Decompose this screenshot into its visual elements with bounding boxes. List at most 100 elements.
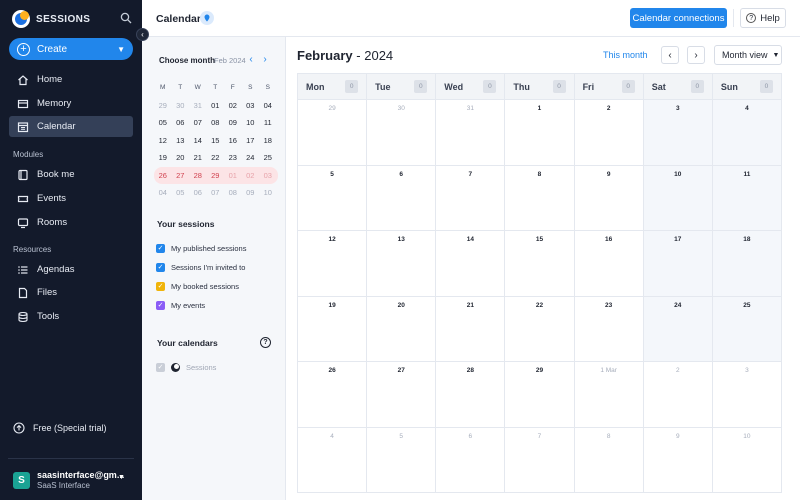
search-icon[interactable] [120,12,132,24]
calendar-day[interactable]: 16 [575,231,644,296]
calendar-day[interactable]: 7 [505,427,575,493]
calendar-day[interactable]: 1 [505,100,575,165]
mini-day[interactable]: 01 [207,101,225,110]
mini-day[interactable]: 04 [154,188,172,197]
calendar-day[interactable]: 14 [436,231,506,296]
checkbox-checked-icon[interactable]: ✓ [156,301,165,310]
calendar-day[interactable]: 9 [575,165,644,230]
mini-day[interactable]: 11 [259,118,277,127]
mini-day[interactable]: 06 [189,188,207,197]
nav-item-home[interactable]: Home [9,69,133,90]
calendar-day[interactable]: 1 Mar [575,362,644,427]
mini-day[interactable]: 19 [154,153,172,162]
account-caret-icon[interactable]: ▼ [118,474,125,481]
calendar-day[interactable]: 8 [505,165,575,230]
nav-item-memory[interactable]: Memory [9,93,133,114]
calendar-day[interactable]: 4 [712,100,781,165]
mini-day[interactable]: 16 [224,136,242,145]
mini-day[interactable]: 02 [224,101,242,110]
calendar-day[interactable]: 6 [367,165,437,230]
mini-day[interactable]: 31 [189,101,207,110]
calendar-day[interactable]: 8 [575,427,644,493]
calendar-day[interactable]: 19 [298,296,368,361]
mini-day[interactable]: 12 [154,136,172,145]
checkbox-checked-icon[interactable]: ✓ [156,282,165,291]
mini-day[interactable]: 26 [154,171,172,180]
this-month-link[interactable]: This month [603,50,648,60]
mini-day[interactable]: 15 [207,136,225,145]
help-icon[interactable]: ? [260,337,271,348]
account-switcher[interactable]: S saasinterface@gm... SaaS Interface [13,470,124,490]
mini-day[interactable]: 17 [242,136,260,145]
help-button[interactable]: ? Help [740,8,786,28]
nav-item-calendar[interactable]: Calendar [9,116,133,137]
calendar-day[interactable]: 24 [643,296,713,361]
calendar-day[interactable]: 28 [436,362,506,427]
calendar-entry-sessions[interactable]: ✓ Sessions [156,363,216,372]
mini-day[interactable]: 09 [242,188,260,197]
calendar-day[interactable]: 3 [643,100,713,165]
mini-day[interactable]: 22 [207,153,225,162]
mini-day[interactable]: 05 [154,118,172,127]
brand[interactable]: SESSIONS [12,10,90,28]
filter-invited-sessions[interactable]: ✓ Sessions I'm invited to [156,263,245,272]
filter-booked-sessions[interactable]: ✓ My booked sessions [156,282,239,291]
mini-day[interactable]: 14 [189,136,207,145]
calendar-day[interactable]: 17 [643,231,713,296]
nav-item-events[interactable]: Events [9,188,133,209]
mini-day[interactable]: 28 [189,171,207,180]
mini-day[interactable]: 23 [224,153,242,162]
calendar-day[interactable]: 2 [575,100,644,165]
mini-next-month-icon[interactable]: › [261,54,269,65]
calendar-day[interactable]: 31 [436,100,506,165]
calendar-day[interactable]: 5 [298,165,368,230]
collapse-sidebar-button[interactable]: ‹ [136,28,149,41]
mini-day[interactable]: 27 [172,171,190,180]
mini-day[interactable]: 06 [172,118,190,127]
calendar-day[interactable]: 18 [712,231,781,296]
calendar-day[interactable]: 10 [643,165,713,230]
nav-item-agendas[interactable]: Agendas [9,259,133,280]
mini-day[interactable]: 10 [242,118,260,127]
trial-plan[interactable]: Free (Special trial) [13,422,107,434]
filter-published-sessions[interactable]: ✓ My published sessions [156,244,246,253]
calendar-day[interactable]: 25 [712,296,781,361]
checkbox-checked-icon[interactable]: ✓ [156,244,165,253]
nav-item-rooms[interactable]: Rooms [9,212,133,233]
mini-day[interactable]: 09 [224,118,242,127]
calendar-day[interactable]: 7 [436,165,506,230]
calendar-day[interactable]: 26 [298,362,368,427]
mini-prev-month-icon[interactable]: ‹ [247,54,255,65]
calendar-day[interactable]: 6 [436,427,506,493]
mini-day[interactable]: 30 [172,101,190,110]
mini-day[interactable]: 13 [172,136,190,145]
mini-day[interactable]: 20 [172,153,190,162]
next-month-button[interactable]: › [687,46,705,64]
nav-item-tools[interactable]: Tools [9,306,133,327]
mini-day[interactable]: 10 [259,188,277,197]
calendar-day[interactable]: 4 [298,427,368,493]
mini-day[interactable]: 03 [259,171,277,180]
calendar-day[interactable]: 30 [367,100,437,165]
location-pin-icon[interactable] [200,11,214,25]
calendar-day[interactable]: 29 [298,100,368,165]
calendar-day[interactable]: 22 [505,296,575,361]
prev-month-button[interactable]: ‹ [661,46,679,64]
mini-day[interactable]: 05 [172,188,190,197]
mini-day[interactable]: 04 [259,101,277,110]
mini-day[interactable]: 29 [207,171,225,180]
calendar-day[interactable]: 11 [712,165,781,230]
mini-day[interactable]: 18 [259,136,277,145]
calendar-day[interactable]: 2 [644,362,713,427]
calendar-day[interactable]: 15 [505,231,575,296]
mini-day[interactable]: 24 [242,153,260,162]
filter-my-events[interactable]: ✓ My events [156,301,205,310]
calendar-day[interactable]: 23 [575,296,644,361]
mini-day[interactable]: 07 [207,188,225,197]
calendar-day[interactable]: 29 [505,362,575,427]
mini-day[interactable]: 29 [154,101,172,110]
mini-day[interactable]: 01 [224,171,242,180]
calendar-day[interactable]: 9 [644,427,713,493]
mini-day[interactable]: 08 [207,118,225,127]
calendar-day[interactable]: 3 [713,362,781,427]
